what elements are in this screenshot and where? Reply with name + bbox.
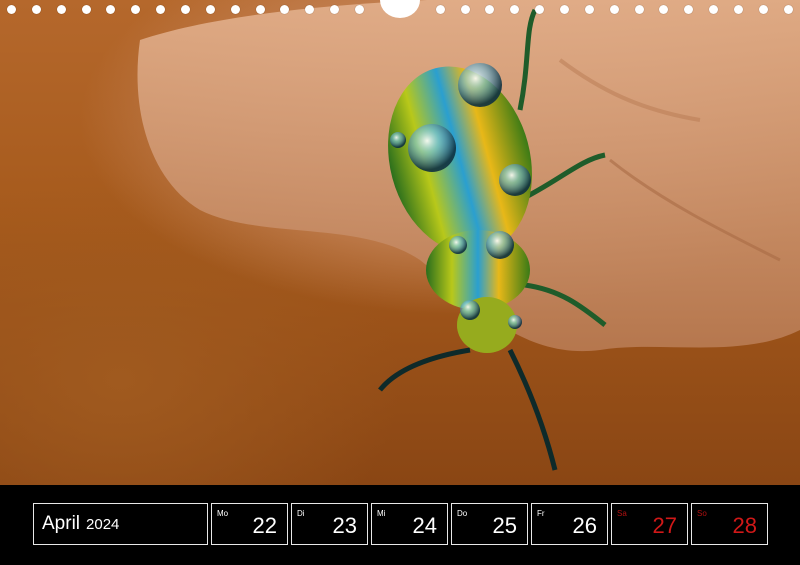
day-abbr: Sa: [617, 509, 627, 518]
day-number: 23: [332, 513, 357, 538]
day-number: 27: [652, 513, 677, 538]
day-cell-di: Di 23: [291, 503, 368, 545]
day-cell-so: So 28: [691, 503, 768, 545]
day-number: 22: [252, 513, 277, 538]
day-abbr: Mi: [377, 509, 386, 518]
day-number: 24: [412, 513, 437, 538]
beetle-illustration: [137, 0, 800, 471]
month-year: 2024: [86, 515, 120, 533]
day-number: 28: [732, 513, 757, 538]
day-cell-do: Do 25: [451, 503, 528, 545]
day-cell-fr: Fr 26: [531, 503, 608, 545]
month-name: April: [42, 513, 81, 534]
beetle-photo: [0, 0, 800, 485]
day-abbr: Do: [457, 509, 468, 518]
day-abbr: Di: [297, 509, 305, 518]
day-abbr: Fr: [537, 509, 545, 518]
month-label-box: April 2024: [33, 503, 208, 545]
day-abbr: Mo: [217, 509, 229, 518]
day-cell-mi: Mi 24: [371, 503, 448, 545]
day-cell-sa: Sa 27: [611, 503, 688, 545]
day-abbr: So: [697, 509, 707, 518]
day-cell-mo: Mo 22: [211, 503, 288, 545]
day-number: 25: [492, 513, 517, 538]
day-number: 26: [572, 513, 597, 538]
